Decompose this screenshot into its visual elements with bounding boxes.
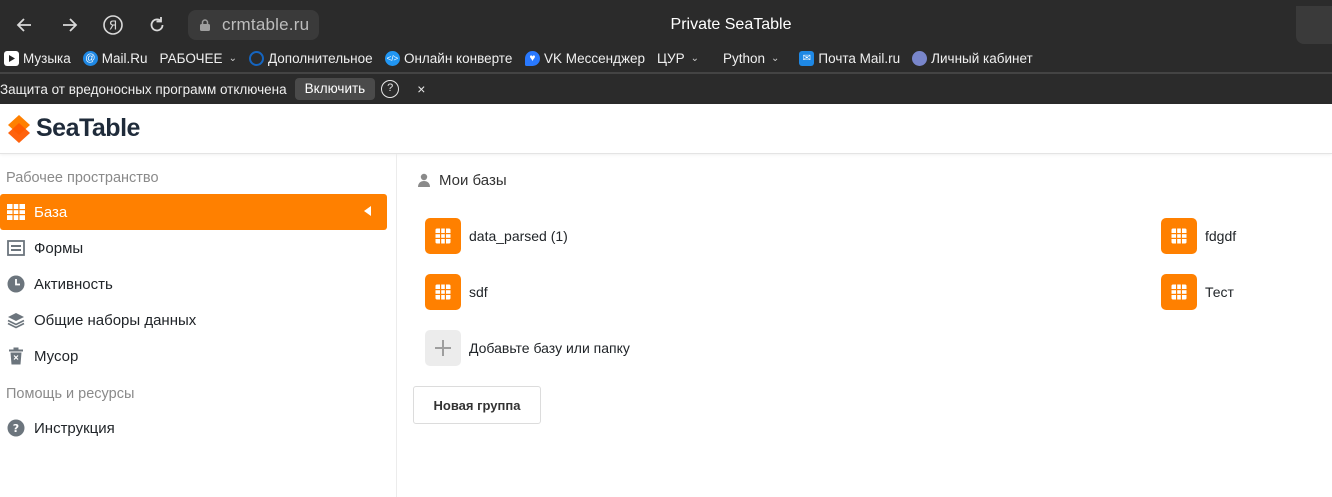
address-bar[interactable]: crmtable.ru bbox=[188, 10, 320, 40]
user-icon bbox=[418, 173, 430, 187]
table-icon bbox=[425, 274, 461, 310]
help-heading: Помощь и ресурсы bbox=[6, 386, 135, 402]
plus-icon bbox=[425, 330, 461, 366]
base-item[interactable]: data_parsed (1) bbox=[425, 218, 568, 254]
section-title: Мои базы bbox=[439, 171, 507, 189]
caret-left-icon bbox=[364, 206, 371, 216]
base-name: data_parsed (1) bbox=[469, 228, 568, 244]
back-button[interactable] bbox=[6, 6, 44, 44]
sidebar-item-label: База bbox=[34, 203, 68, 221]
sidebar-item-trash[interactable]: Мусор bbox=[0, 338, 387, 374]
chevron-down-icon: ⌄ bbox=[771, 52, 780, 64]
bookmark-label: Музыка bbox=[23, 50, 71, 66]
sidebar-item-activity[interactable]: Активность bbox=[0, 266, 387, 302]
svg-text:?: ? bbox=[13, 422, 19, 435]
grid-icon bbox=[6, 202, 26, 222]
bookmark-label: Дополнительное bbox=[267, 50, 373, 66]
bookmark-mailru[interactable]: @ Mail.Ru bbox=[82, 50, 148, 66]
bookmark-music[interactable]: Музыка bbox=[4, 50, 71, 66]
warning-text: Защита от вредоносных программ отключена bbox=[0, 81, 287, 97]
logo-icon bbox=[8, 114, 30, 143]
lock-icon bbox=[200, 19, 210, 31]
yandex-icon: Я bbox=[103, 15, 123, 35]
clock-icon bbox=[6, 274, 26, 294]
table-icon bbox=[1161, 218, 1197, 254]
base-item[interactable]: Тест bbox=[1161, 274, 1234, 310]
bookmark-account[interactable]: Личный кабинет bbox=[912, 50, 1038, 66]
help-icon: ? bbox=[6, 418, 26, 438]
malware-warning-bar: Защита от вредоносных программ отключена… bbox=[0, 74, 1332, 104]
bookmark-label: ЦУР bbox=[657, 50, 685, 66]
bases-panel: Мои базы data_parsed (1) fdgdf sdf Тест … bbox=[397, 154, 1332, 497]
base-name: fdgdf bbox=[1205, 228, 1237, 244]
sidebar-item-label: Формы bbox=[34, 239, 84, 257]
play-icon bbox=[4, 50, 19, 66]
profile-icon bbox=[912, 50, 928, 66]
bookmark-label: Онлайн конверте bbox=[403, 50, 513, 66]
add-base-button[interactable]: Добавьте базу или папку bbox=[425, 330, 630, 366]
bookmark-additional[interactable]: Дополнительное bbox=[248, 50, 373, 66]
globe-icon bbox=[248, 50, 264, 66]
chevron-down-icon: ⌄ bbox=[690, 52, 699, 64]
bookmark-label: РАБОЧЕЕ bbox=[159, 50, 223, 66]
help-icon[interactable]: ? bbox=[381, 80, 400, 98]
table-icon bbox=[1161, 274, 1197, 310]
base-item[interactable]: fdgdf bbox=[1161, 218, 1236, 254]
arrow-left-icon bbox=[16, 18, 31, 32]
bookmark-folder-work[interactable]: РАБОЧЕЕ ⌄ bbox=[160, 51, 237, 66]
main-layout: Рабочее пространство База Формы Активнос… bbox=[0, 154, 1332, 497]
base-item[interactable]: sdf bbox=[425, 274, 488, 310]
bookmark-label: Mail.Ru bbox=[101, 50, 148, 66]
bookmark-folder-python[interactable]: Python ⌄ bbox=[723, 51, 779, 66]
titlebar-right-control[interactable] bbox=[1296, 6, 1332, 44]
at-icon: @ bbox=[82, 50, 98, 66]
sidebar-item-bases[interactable]: База bbox=[0, 194, 387, 230]
bookmark-label: Личный кабинет bbox=[931, 50, 1033, 66]
workspace-heading: Рабочее пространство bbox=[6, 170, 159, 186]
chevron-down-icon: ⌄ bbox=[228, 52, 237, 64]
sidebar-item-label: Инструкция bbox=[34, 419, 115, 437]
forward-button[interactable] bbox=[50, 6, 88, 44]
close-icon[interactable]: × bbox=[417, 81, 425, 97]
add-base-label: Добавьте базу или папку bbox=[469, 340, 630, 356]
base-name: Тест bbox=[1205, 284, 1234, 300]
trash-icon bbox=[6, 346, 26, 366]
table-icon bbox=[425, 218, 461, 254]
seatable-logo[interactable]: SeaTable bbox=[6, 114, 140, 144]
url-text: crmtable.ru bbox=[222, 15, 310, 34]
bookmark-vk-messenger[interactable]: ♥ VK Мессенджер bbox=[524, 50, 646, 66]
bookmark-mail[interactable]: ✉ Почта Mail.ru bbox=[799, 50, 901, 66]
bookmark-label: Python bbox=[722, 50, 766, 66]
sidebar-item-manual[interactable]: ? Инструкция bbox=[0, 410, 387, 446]
code-icon: </> bbox=[384, 50, 400, 66]
vk-chat-icon: ♥ bbox=[524, 50, 540, 66]
arrow-right-icon bbox=[63, 18, 78, 32]
svg-text:Я: Я bbox=[109, 19, 117, 33]
bookmark-label: Почта Mail.ru bbox=[818, 50, 901, 66]
bookmark-online-converter[interactable]: </> Онлайн конверте bbox=[384, 50, 513, 66]
sidebar-item-label: Активность bbox=[34, 275, 113, 293]
bookmarks-bar: Музыка @ Mail.Ru РАБОЧЕЕ ⌄ Дополнительно… bbox=[0, 44, 1332, 72]
form-icon bbox=[6, 238, 26, 258]
app-header: SeaTable bbox=[0, 104, 1332, 154]
logo-text: SeaTable bbox=[36, 114, 140, 142]
enable-protection-button[interactable]: Включить bbox=[294, 78, 376, 100]
yandex-button[interactable]: Я bbox=[94, 6, 132, 44]
reload-icon bbox=[150, 17, 164, 32]
new-group-button[interactable]: Новая группа bbox=[413, 386, 541, 424]
bookmark-label: VK Мессенджер bbox=[543, 50, 646, 66]
base-name: sdf bbox=[469, 284, 488, 300]
mail-icon: ✉ bbox=[799, 50, 815, 66]
section-header: Мои базы bbox=[417, 168, 1332, 192]
sidebar-item-shared-datasets[interactable]: Общие наборы данных bbox=[0, 302, 387, 338]
sidebar: Рабочее пространство База Формы Активнос… bbox=[0, 154, 397, 497]
browser-titlebar: Я crmtable.ru Private SeaTable bbox=[0, 6, 1332, 44]
sidebar-item-label: Мусор bbox=[34, 347, 79, 365]
reload-button[interactable] bbox=[138, 6, 176, 44]
sidebar-item-forms[interactable]: Формы bbox=[0, 230, 387, 266]
bases-grid: data_parsed (1) fdgdf sdf Тест Добавьте … bbox=[417, 192, 1332, 392]
layers-icon bbox=[6, 310, 26, 330]
bookmark-folder-tsur[interactable]: ЦУР ⌄ bbox=[657, 51, 699, 66]
sidebar-item-label: Общие наборы данных bbox=[34, 311, 197, 329]
